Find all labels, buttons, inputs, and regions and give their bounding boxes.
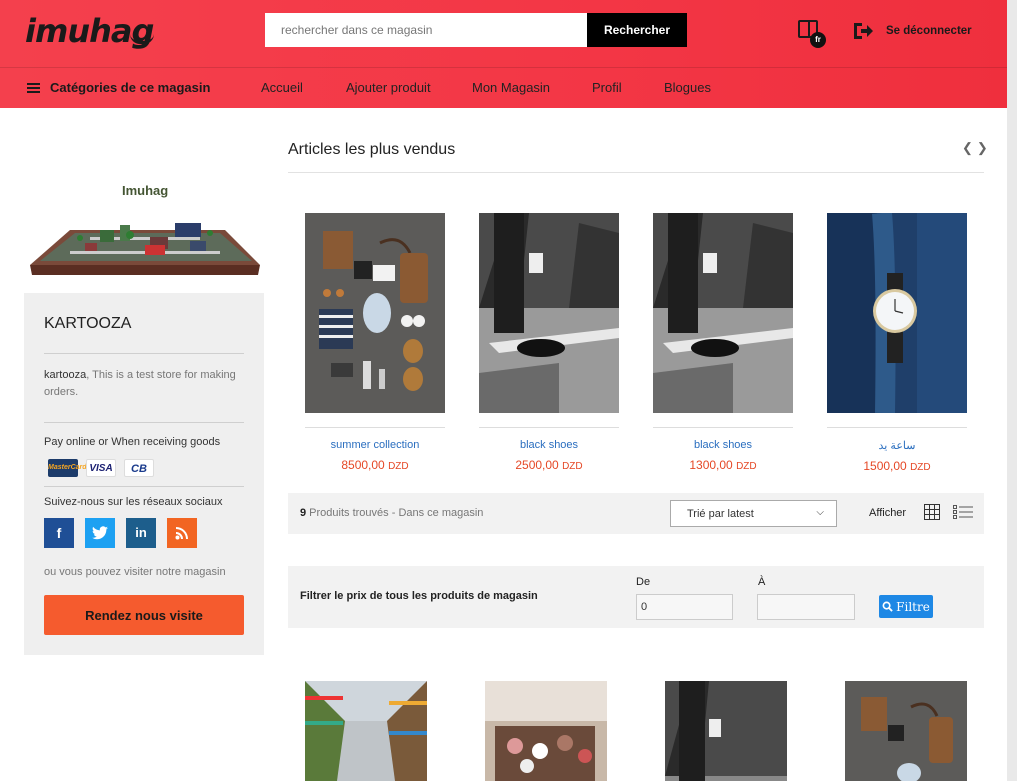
categories-menu[interactable]: Catégories de ce magasin: [27, 80, 210, 95]
divider: [44, 486, 244, 487]
chevron-left-icon[interactable]: ❮: [962, 140, 973, 156]
nav-link-accueil[interactable]: Accueil: [261, 80, 303, 95]
product-card[interactable]: summer collection 8500,00 DZD: [305, 213, 445, 472]
price-currency: DZD: [562, 461, 583, 472]
site-logo[interactable]: imuhag: [25, 12, 154, 50]
sort-select[interactable]: Trié par latest ⌵: [670, 500, 837, 527]
nav-link-mon-magasin[interactable]: Mon Magasin: [472, 80, 550, 95]
twitter-icon[interactable]: [85, 518, 115, 548]
from-label: De: [636, 576, 651, 588]
results-toolbar: 9 Produits trouvés - Dans ce magasin Tri…: [288, 493, 984, 534]
divider: [653, 427, 793, 428]
visit-store-button[interactable]: Rendez nous visite: [44, 595, 244, 635]
mastercard-icon: MasterCard: [48, 459, 87, 477]
product-price: 1500,00 DZD: [827, 459, 967, 473]
header: imuhag Rechercher fr Se déconnecter Caté…: [0, 0, 1007, 108]
results-count: 9 Produits trouvés - Dans ce magasin: [300, 507, 483, 519]
product-card[interactable]: ساعة يد 1500,00 DZD: [827, 213, 967, 473]
store-name: KARTOOZA: [44, 315, 132, 332]
product-image[interactable]: [485, 681, 607, 781]
social-title: Suivez-nous sur les réseaux sociaux: [44, 496, 223, 508]
store-banner-image: Imuhag: [30, 183, 260, 275]
divider: [479, 427, 619, 428]
filter-label: Filtrer le prix de tous les produits de …: [300, 590, 538, 602]
price-value: 1500,00: [863, 459, 907, 473]
rss-icon[interactable]: [167, 518, 197, 548]
language-switch[interactable]: fr: [796, 18, 826, 48]
nav-link-ajouter-produit[interactable]: Ajouter produit: [346, 80, 431, 95]
nav-link-blogues[interactable]: Blogues: [664, 80, 711, 95]
search-input[interactable]: [265, 13, 587, 47]
product-image[interactable]: [305, 681, 427, 781]
view-label: Afficher: [869, 507, 907, 519]
language-badge: fr: [810, 32, 826, 48]
banner-logo-text: Imuhag: [122, 183, 168, 198]
sort-label: Trié par latest: [687, 508, 754, 520]
product-image[interactable]: [653, 213, 793, 413]
payment-title: Pay online or When receiving goods: [44, 436, 221, 448]
product-price: 8500,00 DZD: [305, 458, 445, 472]
price-filter: Filtrer le prix de tous les produits de …: [288, 566, 984, 628]
price-value: 8500,00: [341, 458, 385, 472]
carousel-arrows: ❮ ❯: [962, 140, 988, 156]
store-info-card: KARTOOZA kartooza, This is a test store …: [24, 293, 264, 655]
price-from-input[interactable]: [636, 594, 733, 620]
page: imuhag Rechercher fr Se déconnecter Caté…: [0, 0, 1017, 781]
cb-icon: CB: [124, 459, 154, 477]
divider: [44, 353, 244, 354]
filter-button-label: Filtre: [896, 599, 930, 614]
price-value: 2500,00: [515, 458, 559, 472]
store-description: kartooza, This is a test store for makin…: [44, 367, 249, 401]
product-price: 2500,00 DZD: [479, 458, 619, 472]
product-name[interactable]: summer collection: [305, 439, 445, 451]
divider: [305, 427, 445, 428]
nav-link-profil[interactable]: Profil: [592, 80, 622, 95]
payment-methods: MasterCard VISA CB: [48, 459, 154, 477]
logout-label: Se déconnecter: [886, 25, 972, 37]
best-sellers-title: Articles les plus vendus: [288, 141, 456, 158]
product-price: 1300,00 DZD: [653, 458, 793, 472]
product-image[interactable]: [665, 681, 787, 781]
search-button[interactable]: Rechercher: [587, 13, 687, 47]
logo-text: imuhag: [25, 12, 154, 50]
divider: [288, 172, 984, 173]
product-image[interactable]: [479, 213, 619, 413]
divider: [44, 422, 244, 423]
product-image[interactable]: [305, 213, 445, 413]
product-name[interactable]: black shoes: [653, 439, 793, 451]
price-currency: DZD: [388, 461, 409, 472]
price-to-input[interactable]: [757, 594, 855, 620]
list-view-icon[interactable]: [953, 504, 973, 520]
filter-button[interactable]: Filtre: [879, 595, 933, 618]
product-card[interactable]: black shoes 1300,00 DZD: [653, 213, 793, 472]
product-name[interactable]: black shoes: [479, 439, 619, 451]
visit-text: ou vous pouvez visiter notre magasin: [44, 566, 226, 578]
product-name[interactable]: ساعة يد: [827, 439, 967, 452]
price-currency: DZD: [736, 461, 757, 472]
product-image[interactable]: [827, 213, 967, 413]
search-icon: [882, 601, 893, 612]
to-label: À: [758, 576, 766, 588]
price-value: 1300,00: [689, 458, 733, 472]
product-image[interactable]: [845, 681, 967, 781]
visa-icon: VISA: [86, 459, 116, 477]
store-owner: kartooza: [44, 369, 87, 381]
chevron-down-icon: ⌵: [816, 507, 824, 518]
logout-button[interactable]: Se déconnecter: [852, 20, 972, 42]
product-card[interactable]: black shoes 2500,00 DZD: [479, 213, 619, 472]
hamburger-icon: [27, 82, 40, 93]
main-nav: Catégories de ce magasin Accueil Ajouter…: [0, 67, 1007, 108]
price-currency: DZD: [910, 462, 931, 473]
grid-view-icon[interactable]: [924, 504, 940, 520]
facebook-icon[interactable]: f: [44, 518, 74, 548]
chevron-right-icon[interactable]: ❯: [977, 140, 988, 156]
divider: [827, 427, 967, 428]
linkedin-icon[interactable]: in: [126, 518, 156, 548]
logout-icon: [854, 23, 873, 39]
social-links: f in: [44, 518, 197, 548]
categories-label: Catégories de ce magasin: [50, 80, 211, 95]
results-text: Produits trouvés - Dans ce magasin: [306, 507, 484, 519]
